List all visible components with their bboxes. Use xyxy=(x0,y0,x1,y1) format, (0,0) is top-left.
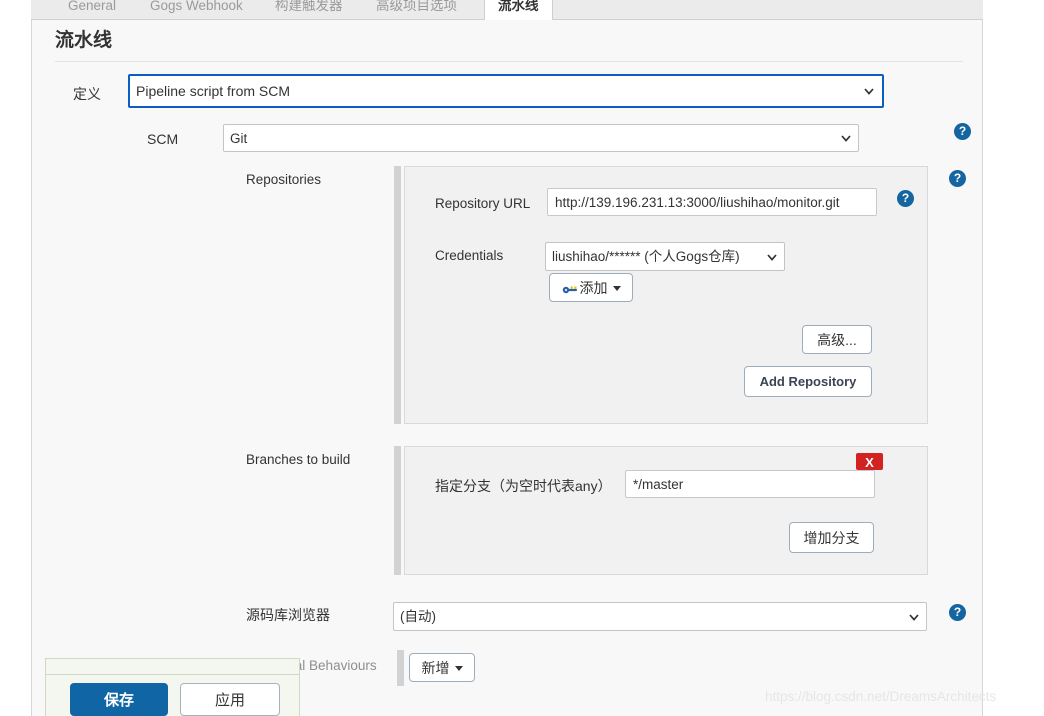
repository-browser-select-wrap: (自动) xyxy=(393,602,927,631)
add-credentials-label: 添加 xyxy=(580,280,608,296)
repositories-group-accent xyxy=(394,166,401,424)
tab-label: 构建触发器 xyxy=(275,0,343,13)
caret-down-icon xyxy=(613,286,621,291)
screen: General Gogs Webhook 构建触发器 高级项目选项 流水线 流水… xyxy=(0,0,1044,716)
add-repository-label: Add Repository xyxy=(760,374,857,389)
definition-label: 定义 xyxy=(73,84,101,104)
repositories-help-icon[interactable]: ? xyxy=(949,170,966,187)
key-icon xyxy=(562,282,578,294)
page-title: 流水线 xyxy=(55,25,112,52)
add-behaviour-label: 新增 xyxy=(422,660,450,676)
title-divider xyxy=(55,61,963,62)
scm-select-wrap: Git xyxy=(223,124,859,152)
definition-select-wrap: Pipeline script from SCM xyxy=(128,74,884,108)
branch-spec-label: 指定分支（为空时代表any） xyxy=(435,476,612,496)
pipeline-config-panel: 流水线 定义 Pipeline script from SCM SCM Git … xyxy=(31,20,983,716)
delete-branch-label: X xyxy=(865,455,874,470)
add-branch-button[interactable]: 增加分支 xyxy=(789,522,874,553)
tab-label: General xyxy=(68,0,116,13)
advanced-label: 高级... xyxy=(817,332,857,348)
tab-build-triggers[interactable]: 构建触发器 xyxy=(262,0,356,20)
scm-help-icon[interactable]: ? xyxy=(954,123,971,140)
repository-browser-help-icon[interactable]: ? xyxy=(949,604,966,621)
tab-general[interactable]: General xyxy=(55,0,129,20)
branches-group-accent xyxy=(394,446,401,575)
tab-label: 流水线 xyxy=(498,0,539,13)
caret-down-icon xyxy=(455,666,463,671)
repository-browser-label: 源码库浏览器 xyxy=(246,605,330,625)
definition-select[interactable]: Pipeline script from SCM xyxy=(128,74,884,108)
credentials-select[interactable]: liushihao/****** (个人Gogs仓库) xyxy=(545,242,785,271)
repository-browser-select[interactable]: (自动) xyxy=(393,602,927,631)
save-button[interactable]: 保存 xyxy=(70,683,168,716)
save-label: 保存 xyxy=(104,692,134,709)
tab-label: Gogs Webhook xyxy=(150,0,243,13)
add-credentials-button[interactable]: 添加 xyxy=(549,273,633,302)
tab-gogs-webhook[interactable]: Gogs Webhook xyxy=(137,0,256,20)
branch-spec-input[interactable] xyxy=(625,470,875,498)
repositories-label: Repositories xyxy=(246,172,321,187)
save-bar-background-top xyxy=(45,658,300,675)
add-repository-button[interactable]: Add Repository xyxy=(744,366,872,397)
tab-advanced-project-options[interactable]: 高级项目选项 xyxy=(363,0,470,20)
repository-url-input[interactable] xyxy=(547,188,877,216)
branches-group xyxy=(404,446,928,575)
tab-bar: General Gogs Webhook 构建触发器 高级项目选项 流水线 xyxy=(31,0,983,20)
watermark: https://blog.csdn.net/DreamsArchitects xyxy=(765,689,996,704)
scm-label: SCM xyxy=(147,131,178,147)
add-behaviour-button[interactable]: 新增 xyxy=(409,653,475,682)
advanced-button[interactable]: 高级... xyxy=(802,325,872,354)
delete-branch-button[interactable]: X xyxy=(856,453,883,470)
apply-button[interactable]: 应用 xyxy=(180,683,280,716)
credentials-label: Credentials xyxy=(435,248,503,263)
tab-pipeline[interactable]: 流水线 xyxy=(484,0,553,21)
scm-select[interactable]: Git xyxy=(223,124,859,152)
add-branch-label: 增加分支 xyxy=(804,530,860,546)
additional-behaviours-accent xyxy=(397,650,404,686)
repository-url-help-icon[interactable]: ? xyxy=(897,190,914,207)
apply-label: 应用 xyxy=(215,692,245,709)
credentials-select-wrap: liushihao/****** (个人Gogs仓库) xyxy=(545,242,785,271)
repository-url-label: Repository URL xyxy=(435,196,530,211)
tab-label: 高级项目选项 xyxy=(376,0,457,13)
branches-to-build-label: Branches to build xyxy=(246,452,350,467)
